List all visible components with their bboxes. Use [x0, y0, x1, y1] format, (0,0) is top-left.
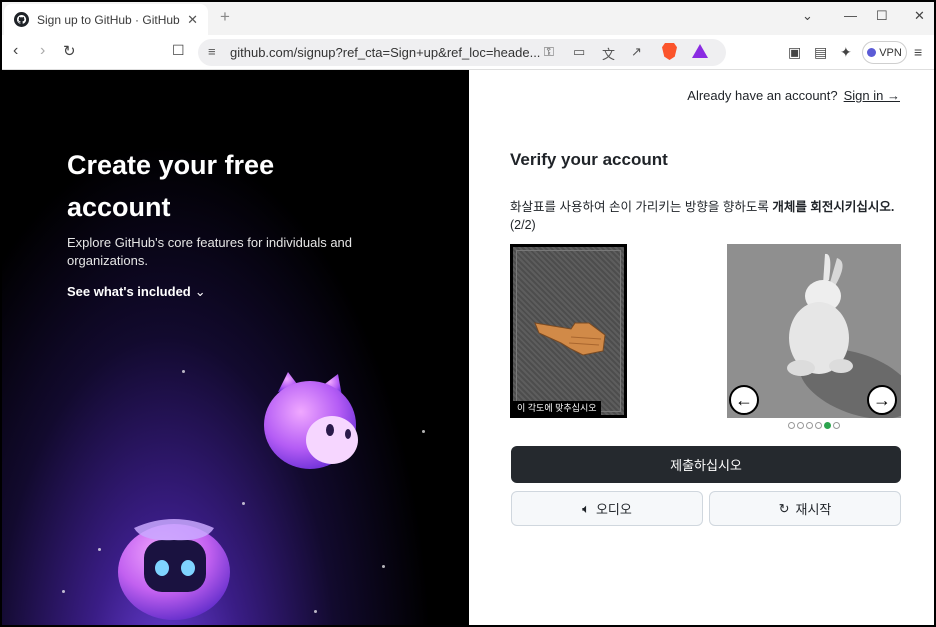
- url-text: github.com/signup?ref_cta=Sign+up&ref_lo…: [230, 45, 541, 60]
- instruction-counter: (2/2): [510, 218, 536, 232]
- wallet-icon[interactable]: ▤: [814, 44, 827, 61]
- instruction-bold-text: 개체를 회전시키십시오.: [772, 200, 895, 214]
- star-decoration: [314, 610, 317, 613]
- instruction-text: 화살표를 사용하여 손이 가리키는 방향을 향하도록: [510, 200, 773, 214]
- menu-icon[interactable]: ≡: [914, 44, 922, 60]
- pointing-hand-icon: [534, 322, 606, 356]
- chevron-down-icon: ⌄: [194, 284, 206, 299]
- new-tab-button[interactable]: +: [220, 7, 230, 27]
- minimize-button[interactable]: —: [844, 8, 857, 23]
- cast-icon[interactable]: ▭: [573, 44, 585, 60]
- vpn-button[interactable]: VPN: [862, 41, 907, 64]
- share-icon[interactable]: ↗: [631, 44, 642, 60]
- site-settings-icon[interactable]: ≡: [208, 44, 216, 59]
- carousel-dot[interactable]: [815, 422, 822, 429]
- already-have-account-text: Already have an account?: [687, 88, 838, 103]
- submit-button[interactable]: 제출하십시오: [511, 446, 901, 483]
- refresh-icon: ↻: [778, 500, 790, 516]
- star-decoration: [422, 430, 425, 433]
- restart-label: 재시작: [795, 502, 832, 517]
- sign-in-link[interactable]: Sign in →: [844, 88, 900, 103]
- star-decoration: [182, 370, 185, 373]
- browser-window: Sign up to GitHub · GitHub ✕ + ⌄ — ☐ ✕ ‹…: [0, 0, 936, 627]
- reference-caption: 이 각도에 맞추십시오: [513, 401, 601, 415]
- sign-in-prompt: Already have an account? Sign in →: [687, 88, 900, 103]
- tab-close-icon[interactable]: ✕: [187, 12, 198, 28]
- carousel-dot[interactable]: [797, 422, 804, 429]
- key-icon[interactable]: ⚿: [544, 44, 554, 60]
- restart-button[interactable]: ↻ 재시작: [709, 491, 901, 526]
- tab-bar: Sign up to GitHub · GitHub ✕ + ⌄ — ☐ ✕: [2, 2, 934, 35]
- copilot-mascot-illustration: [118, 519, 230, 620]
- translate-icon[interactable]: 文: [602, 44, 615, 63]
- bookmark-icon[interactable]: ☐: [172, 42, 185, 59]
- see-whats-included-button[interactable]: See what's included ⌄: [67, 284, 206, 300]
- tab-search-icon[interactable]: ⌄: [802, 8, 813, 24]
- hero-subtext: Explore GitHub's core features for indiv…: [67, 235, 353, 268]
- brave-rewards-icon[interactable]: [692, 44, 708, 58]
- leo-ai-icon[interactable]: ✦: [840, 44, 852, 61]
- reload-icon[interactable]: ↻: [63, 42, 76, 60]
- carousel-dot[interactable]: [824, 422, 831, 429]
- vpn-label: VPN: [879, 46, 902, 59]
- star-decoration: [98, 548, 101, 551]
- browser-toolbar: ‹ › ↻ ☐ ≡ github.com/signup?ref_cta=Sign…: [2, 35, 934, 70]
- page-headline: Create your free account: [67, 150, 275, 222]
- rabbit-figure-illustration: [787, 253, 853, 376]
- tab-github-signup[interactable]: Sign up to GitHub · GitHub ✕: [4, 4, 208, 35]
- carousel-dots: [788, 422, 840, 429]
- captcha-instruction: 화살표를 사용하여 손이 가리키는 방향을 향하도록 개체를 회전시키십시오. …: [510, 198, 902, 234]
- vpn-status-icon: [867, 48, 877, 57]
- back-icon[interactable]: ‹: [13, 42, 18, 60]
- hero-panel: Create your free account Explore GitHub'…: [2, 70, 469, 625]
- sidebar-icon[interactable]: ▣: [788, 44, 801, 61]
- see-whats-included-label: See what's included: [67, 284, 191, 299]
- tab-title: Sign up to GitHub · GitHub: [37, 12, 180, 27]
- carousel-dot[interactable]: [833, 422, 840, 429]
- star-decoration: [382, 565, 385, 568]
- audio-label: 오디오: [595, 502, 632, 517]
- signup-form-panel: Already have an account? Sign in → Verify…: [469, 70, 934, 625]
- address-bar[interactable]: ≡ github.com/signup?ref_cta=Sign+up&ref_…: [198, 39, 726, 66]
- carousel-dot[interactable]: [806, 422, 813, 429]
- forward-icon[interactable]: ›: [40, 42, 45, 60]
- close-window-button[interactable]: ✕: [914, 8, 925, 24]
- github-favicon-icon: [14, 12, 29, 27]
- reference-image: 이 각도에 맞추십시오: [510, 244, 627, 418]
- rotatable-object-image: ← →: [727, 244, 901, 418]
- rotate-left-button[interactable]: ←: [729, 385, 759, 415]
- star-decoration: [242, 502, 245, 505]
- verify-title: Verify your account: [510, 150, 668, 169]
- rotate-right-button[interactable]: →: [867, 385, 897, 415]
- audio-button[interactable]: 🔈︎ 오디오: [511, 491, 703, 526]
- carousel-dot[interactable]: [788, 422, 795, 429]
- star-decoration: [62, 590, 65, 593]
- maximize-button[interactable]: ☐: [876, 8, 888, 24]
- speaker-icon: 🔈︎: [582, 500, 590, 516]
- mona-mascot-illustration: [264, 372, 358, 469]
